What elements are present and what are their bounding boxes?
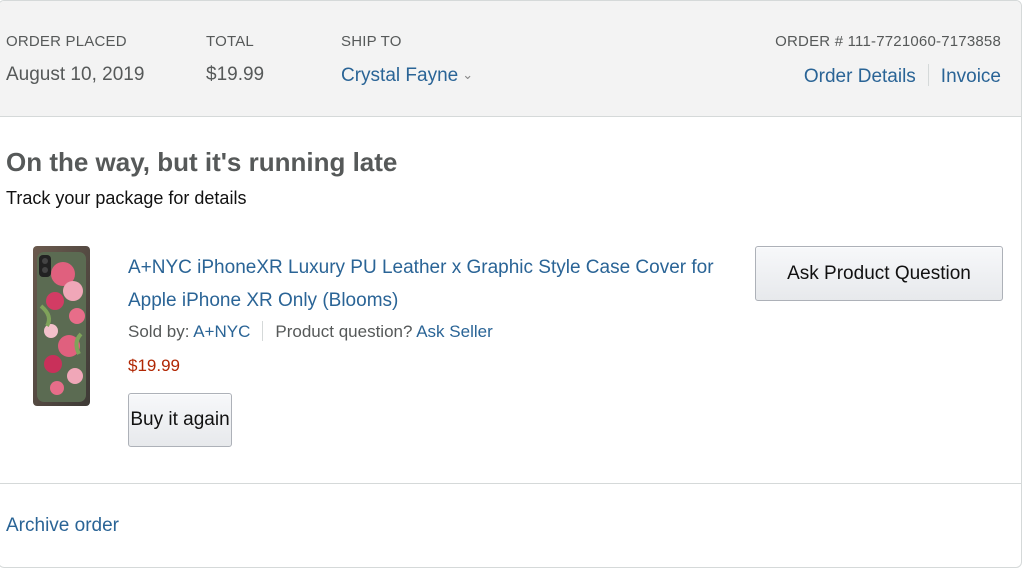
archive-order-link[interactable]: Archive order	[6, 515, 119, 537]
ship-to-label: SHIP TO	[341, 33, 402, 50]
buy-again-button[interactable]: Buy it again	[128, 393, 232, 447]
chevron-down-icon[interactable]: ⌄	[462, 64, 473, 86]
ship-to-recipient[interactable]: Crystal Fayne ⌄	[341, 64, 473, 87]
seller-divider	[262, 321, 264, 341]
total-label: TOTAL	[206, 33, 254, 50]
order-placed-label: ORDER PLACED	[6, 33, 127, 50]
total-column: TOTAL $19.99	[206, 33, 264, 86]
seller-row: Sold by: A+NYC Product question? Ask Sell…	[128, 321, 493, 343]
order-placed-column: ORDER PLACED August 10, 2019	[6, 33, 144, 86]
shipment-status-title: On the way, but it's running late	[6, 147, 398, 177]
invoice-link[interactable]: Invoice	[941, 66, 1001, 87]
sold-by-label: Sold by:	[128, 322, 194, 341]
order-header: ORDER PLACED August 10, 2019 TOTAL $19.9…	[0, 1, 1021, 117]
order-meta: ORDER # 111-7721060-7173858 Order Detail…	[775, 33, 1001, 88]
ask-product-question-button[interactable]: Ask Product Question	[755, 246, 1003, 301]
order-details-link[interactable]: Order Details	[804, 66, 916, 87]
product-title-link[interactable]: A+NYC iPhoneXR Luxury PU Leather x Graph…	[128, 251, 738, 317]
ship-to-name[interactable]: Crystal Fayne	[341, 65, 458, 86]
link-divider	[927, 64, 929, 86]
order-number: ORDER # 111-7721060-7173858	[775, 33, 1001, 50]
phone-case-image	[33, 246, 90, 406]
product-question-label: Product question?	[275, 322, 417, 341]
section-divider	[0, 483, 1021, 484]
order-links: Order Details Invoice	[775, 64, 1001, 88]
product-price: $19.99	[128, 356, 180, 375]
order-card: ORDER PLACED August 10, 2019 TOTAL $19.9…	[0, 0, 1022, 568]
order-placed-date: August 10, 2019	[6, 64, 145, 85]
shipment-status-subtitle: Track your package for details	[6, 188, 247, 208]
product-image[interactable]	[33, 246, 90, 406]
ship-to-column: SHIP TO Crystal Fayne ⌄	[341, 33, 473, 87]
seller-link[interactable]: A+NYC	[193, 322, 250, 341]
ask-seller-link[interactable]: Ask Seller	[416, 322, 493, 341]
total-value: $19.99	[206, 64, 265, 85]
